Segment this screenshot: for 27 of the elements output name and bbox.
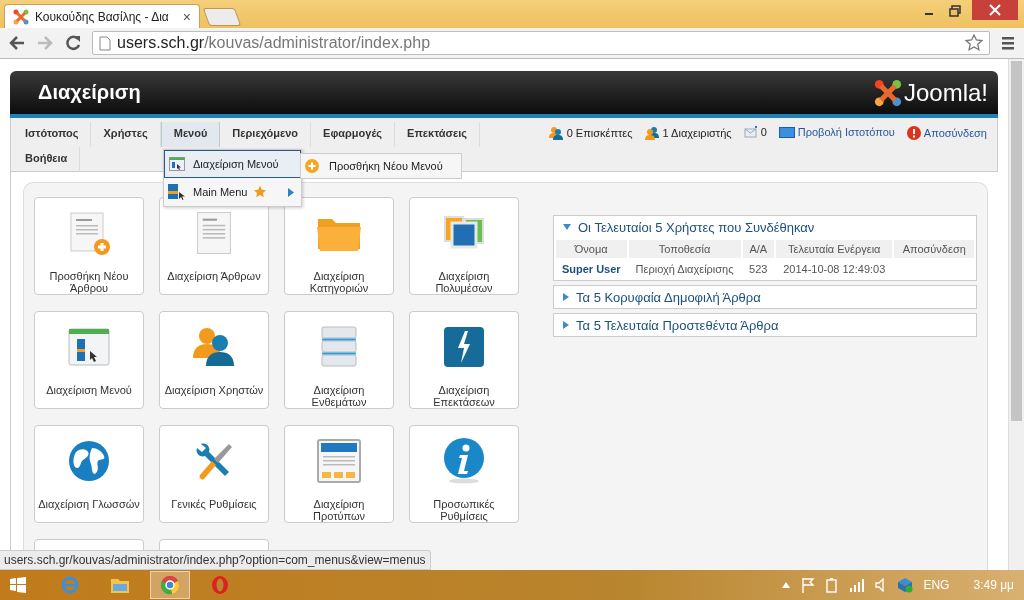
tile-label: Διαχείριση Χρηστών [163,384,265,396]
tile-label: Προσωπικές Ρυθμίσεις [432,498,496,522]
table-cell: 2014-10-08 12:49:03 [783,263,886,275]
tile-label: Προσθήκη Νέου Άρθρου [48,270,130,294]
status-text: 1 Διαχειριστής [662,127,732,139]
tile-label: Γενικές Ρυθμίσεις [170,498,258,510]
column-header: Αποσύνδεση [894,240,974,258]
table-cell: Περιοχή Διαχείρισης [635,263,734,275]
tile-label: Διαχείριση Προτύπων [311,498,366,522]
column-header: Α/Α [742,240,774,258]
url-tooltip: users.sch.gr/kouvas/administrator/index.php?option=com_menus&view=menus [0,550,431,570]
tile-label: Διαχείριση Πολυμέσων [434,270,494,294]
status-text: 0 [760,126,767,138]
table-cell: 523 [749,263,768,275]
logo-text: Joomla! [903,78,988,107]
tile-label: Διαχείριση Μενού [45,384,133,396]
column-header: Τελευταία Ενέργεια [776,240,893,258]
tile-label: Διαχείριση Κατηγοριών [308,270,370,294]
tile-label: Διαχείριση Ενθεμάτων [310,384,368,408]
status-text: 0 Επισκέπτες [566,127,633,139]
column-header: Όνομα [556,240,627,258]
tile-label: Διαχείριση Επεκτάσεων [432,384,496,408]
page-title: Διαχείριση [38,81,141,104]
tab-title: Κουκούδης Βασίλης - Δια [35,9,169,24]
tile-label: Διαχείριση Γλωσσών [37,498,141,510]
tile-label: Διαχείριση Άρθρων [166,270,262,282]
column-header: Τοποθεσία [628,240,741,258]
